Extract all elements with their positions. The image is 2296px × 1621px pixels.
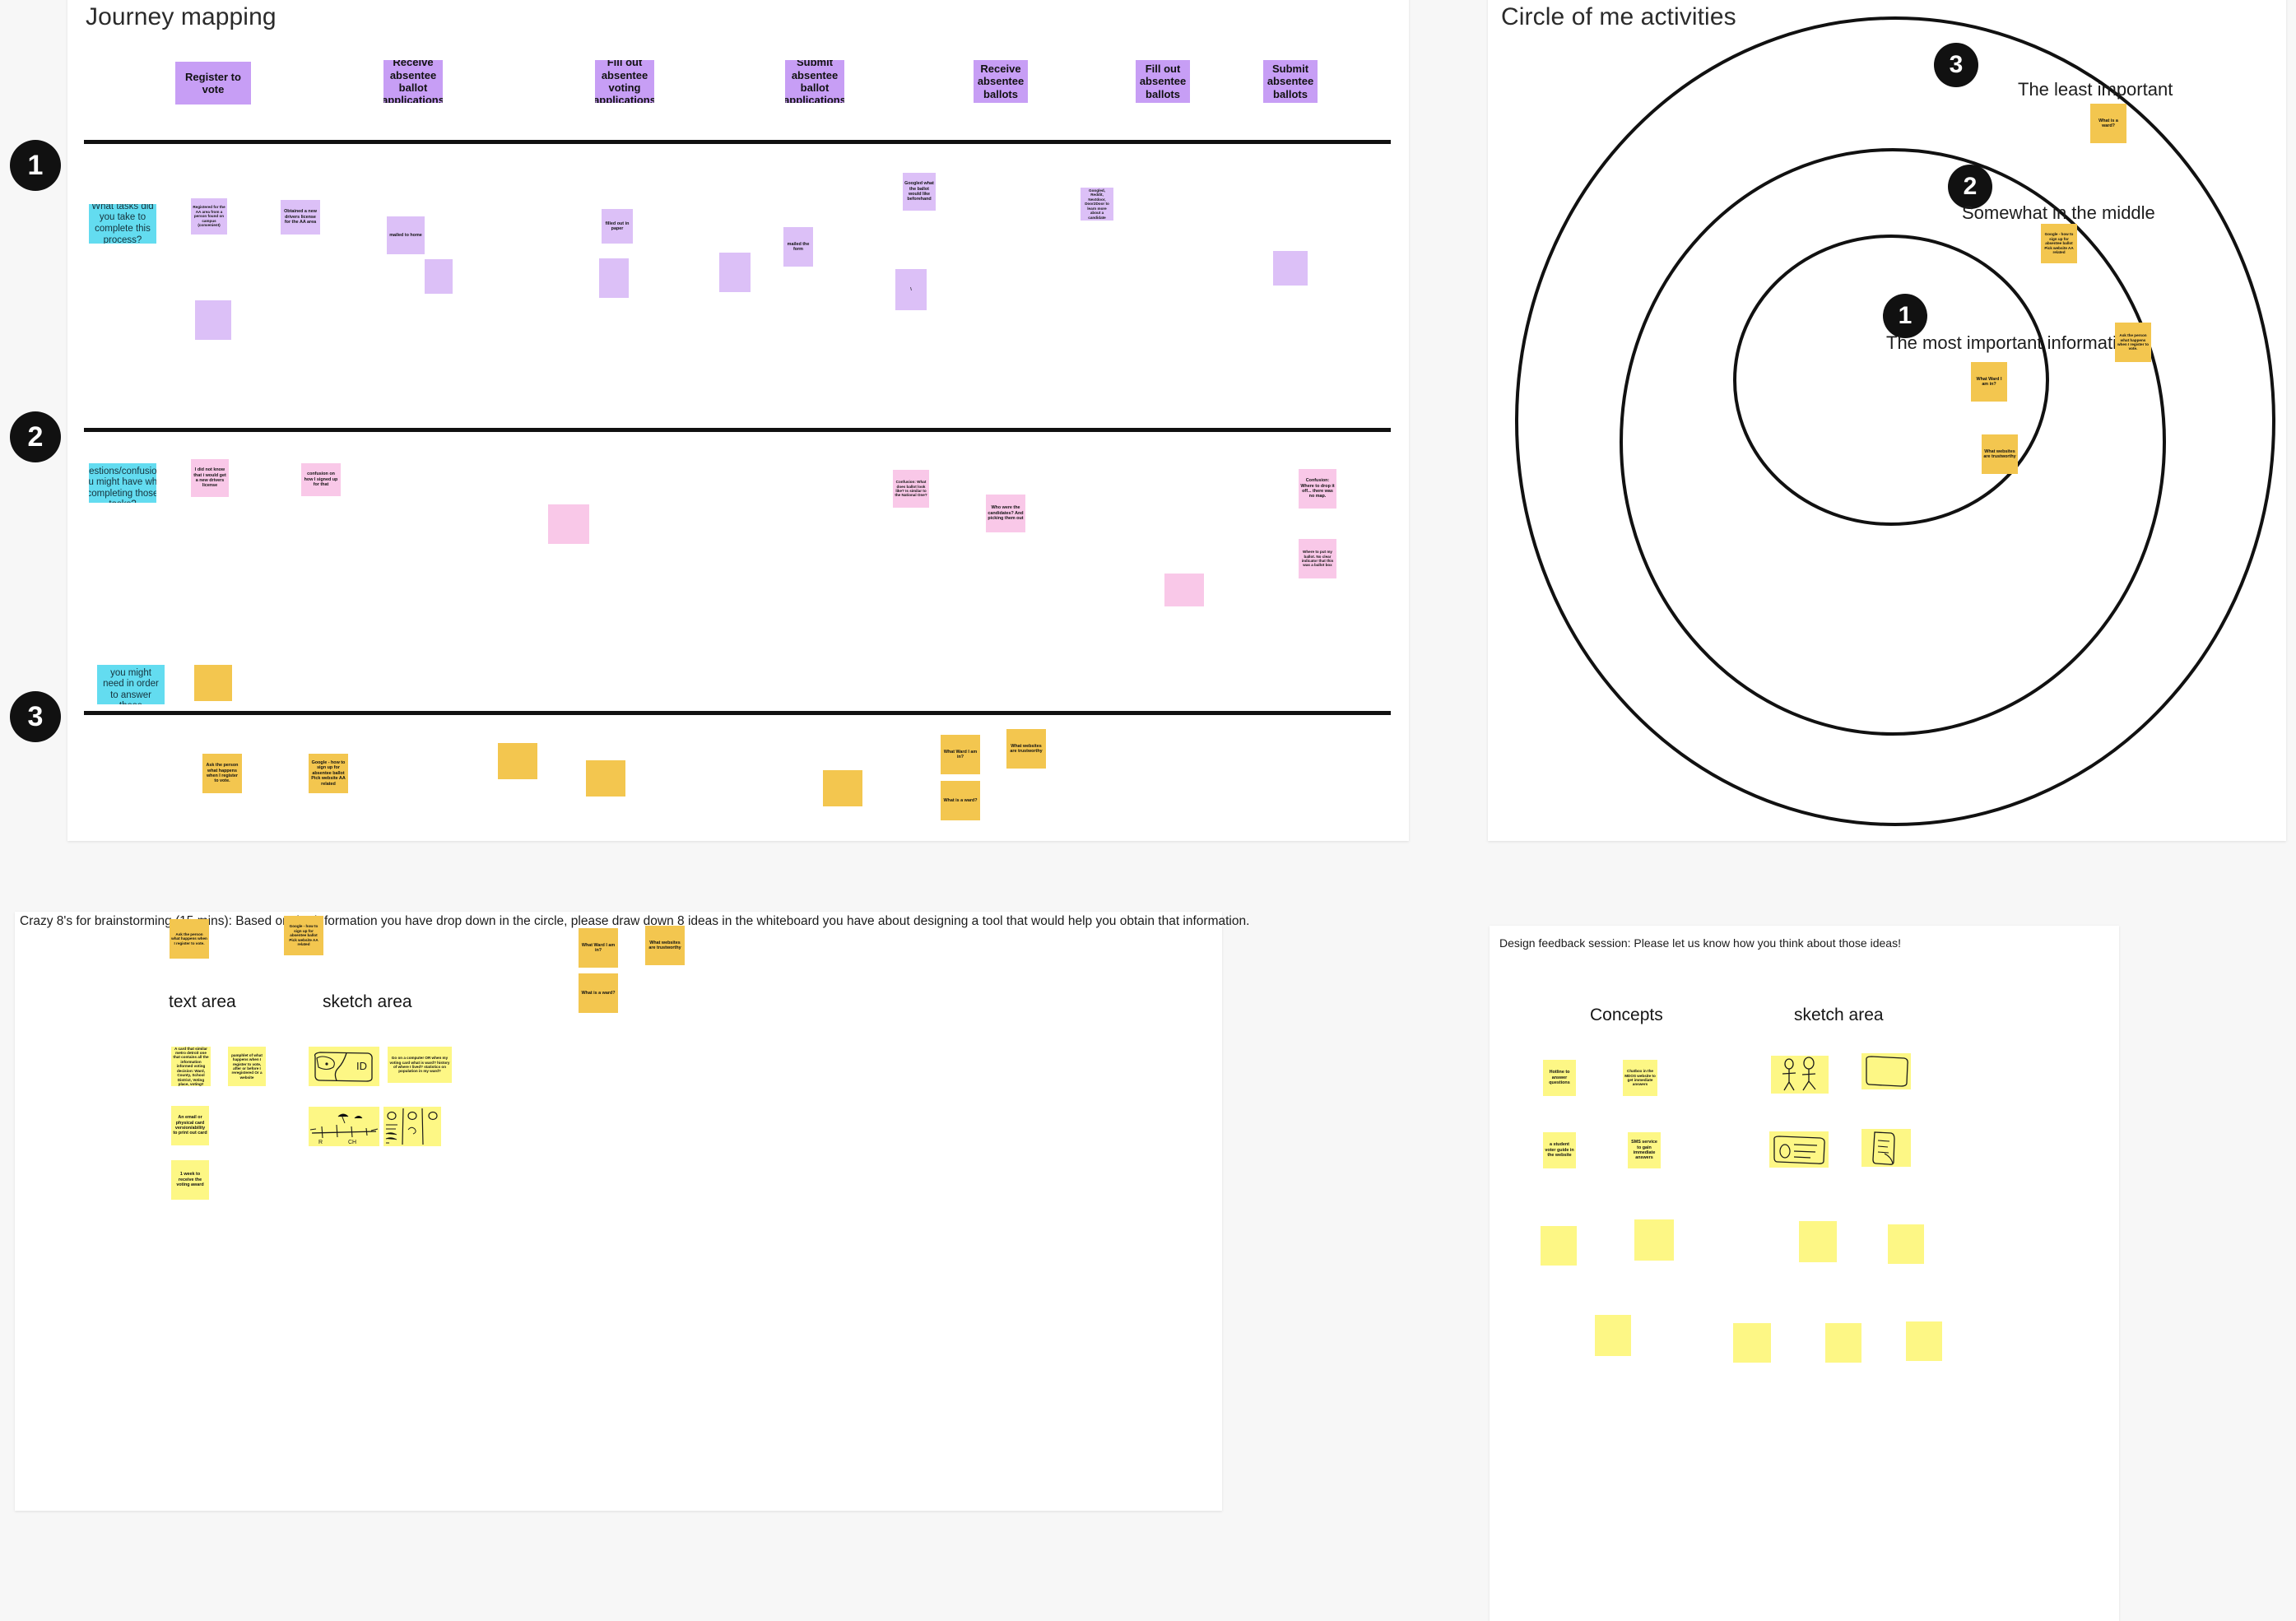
svg-text:CH: CH [348, 1140, 356, 1145]
crazy-idea-note[interactable]: A card that similar metro detroit one th… [171, 1047, 211, 1086]
circle-note[interactable]: What Ward I am in? [1971, 362, 2007, 402]
svg-text:R: R [318, 1140, 323, 1145]
journey-task-note[interactable] [599, 258, 629, 298]
crazy-reference-note[interactable]: Google - how to sign up for absentee bal… [284, 916, 323, 955]
feedback-empty-note[interactable] [1541, 1226, 1577, 1266]
journey-task-note[interactable] [719, 253, 751, 292]
svg-text:ID: ID [356, 1060, 367, 1072]
sketch-three-panels [383, 1107, 441, 1146]
journey-task-note[interactable] [195, 300, 231, 340]
ring-number-1: 1 [1883, 294, 1927, 338]
journey-mapping-panel: Journey mapping [67, 0, 1409, 841]
journey-question-note[interactable]: I did not know that i would get a new dr… [191, 459, 229, 497]
crazy-reference-note[interactable]: Ask the person what happens when I regis… [170, 919, 209, 959]
journey-task-note[interactable]: Registered for the AA area from a person… [191, 198, 227, 235]
feedback-instruction: Design feedback session: Please let us k… [1499, 936, 1901, 950]
sketch-timeline: R CH [309, 1107, 379, 1146]
circle-note[interactable]: What is a ward? [2090, 104, 2126, 143]
circle-note[interactable]: Google - how to sign up for absentee bal… [2041, 224, 2077, 263]
journey-stage-note[interactable]: Receive absentee ballot applications [383, 60, 443, 103]
journey-task-note[interactable] [425, 259, 453, 294]
circle-of-me-panel: Circle of me activities [1488, 0, 2286, 841]
journey-stage-note[interactable]: Fill out absentee ballots [1136, 60, 1190, 103]
crazy-idea-note[interactable]: pamphlet of what happens when I register… [228, 1047, 266, 1086]
concepts-label: Concepts [1590, 1006, 1663, 1024]
feedback-empty-note[interactable] [1634, 1219, 1674, 1261]
sketch-id-card [1769, 1131, 1829, 1168]
journey-task-note[interactable]: Googled what the ballot would like befor… [903, 173, 936, 211]
ring-label-middle: Somewhat in the middle [1962, 202, 2155, 223]
circle-note[interactable]: Ask the person what happens when I regis… [2115, 323, 2151, 362]
journey-information-note[interactable]: Google - how to sign up for absentee bal… [309, 754, 348, 793]
journey-task-note[interactable] [1273, 251, 1308, 286]
journey-question-note[interactable] [548, 504, 589, 544]
journey-question-note[interactable]: Where to put my ballot. No clear indicat… [1299, 539, 1336, 578]
journey-stage-note[interactable]: Submit absentee ballot applications [785, 60, 844, 103]
stage-number-3: 3 [10, 691, 61, 742]
journey-question-note[interactable]: confusion on how I signed up for that [301, 463, 341, 496]
sketch-phone [1861, 1129, 1911, 1167]
divider-row-2 [84, 428, 1391, 432]
circle-note[interactable]: What websites are trustworthy [1982, 434, 2018, 474]
feedback-concept-note[interactable]: SMS service to gain immediate answers [1628, 1132, 1661, 1168]
feedback-concept-note[interactable]: a student voter guide in the website [1543, 1132, 1576, 1168]
journey-question-note[interactable]: Confusion: What does ballot look like? I… [893, 470, 929, 508]
feedback-empty-note[interactable] [1799, 1221, 1837, 1262]
divider-row-1 [84, 140, 1391, 144]
crazy-reference-note[interactable]: What websites are trustworthy [645, 926, 685, 965]
ring-label-least-important: The least important [2018, 79, 2173, 100]
journey-information-note[interactable] [586, 760, 625, 797]
stage-number-2: 2 [10, 411, 61, 462]
journey-information-note[interactable] [823, 770, 862, 806]
sketch-card-id: ID [309, 1047, 379, 1086]
stage-number-1: 1 [10, 140, 61, 191]
journey-question-note[interactable]: Confusion: Where to drop it off... there… [1299, 469, 1336, 509]
ring-label-most-important: The most important information [1886, 332, 2137, 353]
design-feedback-panel [1490, 926, 2119, 1621]
journey-task-note[interactable]: Googled, Reddit, Nextdoor, Door2Door to … [1081, 188, 1113, 221]
sketch-area-label: sketch area [323, 992, 412, 1011]
feedback-empty-note[interactable] [1733, 1323, 1771, 1363]
journey-stage-note[interactable]: Submit absentee ballots [1263, 60, 1318, 103]
journey-stage-note[interactable]: Receive absentee ballots [974, 60, 1028, 103]
crazy-reference-note[interactable]: What Ward I am in? [579, 928, 618, 968]
journey-stage-note[interactable]: Fill out absentee voting applications [595, 60, 654, 103]
feedback-concept-note[interactable]: Chatbox in the MDOS website to get immed… [1623, 1060, 1657, 1096]
feedback-empty-note[interactable] [1595, 1315, 1631, 1356]
concentric-rings-diagram [1515, 16, 2275, 826]
journey-stage-note[interactable]: Register to vote [175, 62, 251, 105]
sketch-two-people [1771, 1056, 1829, 1094]
crazy-idea-note[interactable]: An email or physical card version/abilit… [171, 1106, 209, 1145]
feedback-empty-note[interactable] [1906, 1321, 1942, 1361]
journey-question-note[interactable] [1164, 574, 1204, 606]
crazy-idea-note[interactable]: Go on a computer OR when my voting card … [388, 1047, 452, 1083]
journey-information-note[interactable]: What is a ward? [941, 781, 980, 820]
journey-information-note[interactable]: Ask the person what happens when I regis… [202, 754, 242, 793]
journey-task-note[interactable]: \ [895, 269, 927, 310]
ring-number-3: 3 [1934, 43, 1978, 87]
feedback-sketch-area-label: sketch area [1794, 1006, 1884, 1024]
feedback-empty-note[interactable] [1888, 1224, 1924, 1264]
divider-row-3 [84, 711, 1391, 715]
page-title: Journey mapping [86, 3, 277, 30]
feedback-concept-note[interactable]: Hotline to answer questions [1543, 1060, 1576, 1096]
sketch-device-screen [1861, 1053, 1911, 1089]
journey-information-note[interactable] [194, 665, 232, 701]
journey-question-note[interactable]: Who were the candidates? And picking the… [986, 495, 1025, 532]
journey-prompt-questions[interactable]: What are some questions/confusions you m… [89, 463, 156, 503]
journey-prompt-information[interactable]: What information you might need in order… [97, 665, 165, 704]
journey-prompt-tasks[interactable]: What tasks did you take to complete this… [89, 204, 156, 244]
crazy-idea-note[interactable]: 1 week to receive the voting award [171, 1160, 209, 1200]
journey-information-note[interactable] [498, 743, 537, 779]
journey-task-note[interactable]: mailed the form [783, 227, 813, 267]
crazy-reference-note[interactable]: What is a ward? [579, 973, 618, 1013]
journey-task-note[interactable]: Obtained a new drivers license for the A… [281, 200, 320, 235]
journey-information-note[interactable]: What Ward I am in? [941, 735, 980, 774]
journey-task-note[interactable]: mailed to home [387, 216, 425, 254]
feedback-empty-note[interactable] [1825, 1323, 1861, 1363]
journey-information-note[interactable]: What websites are trustworthy [1006, 729, 1046, 769]
journey-task-note[interactable]: filled out in paper [602, 209, 633, 244]
text-area-label: text area [169, 992, 236, 1011]
